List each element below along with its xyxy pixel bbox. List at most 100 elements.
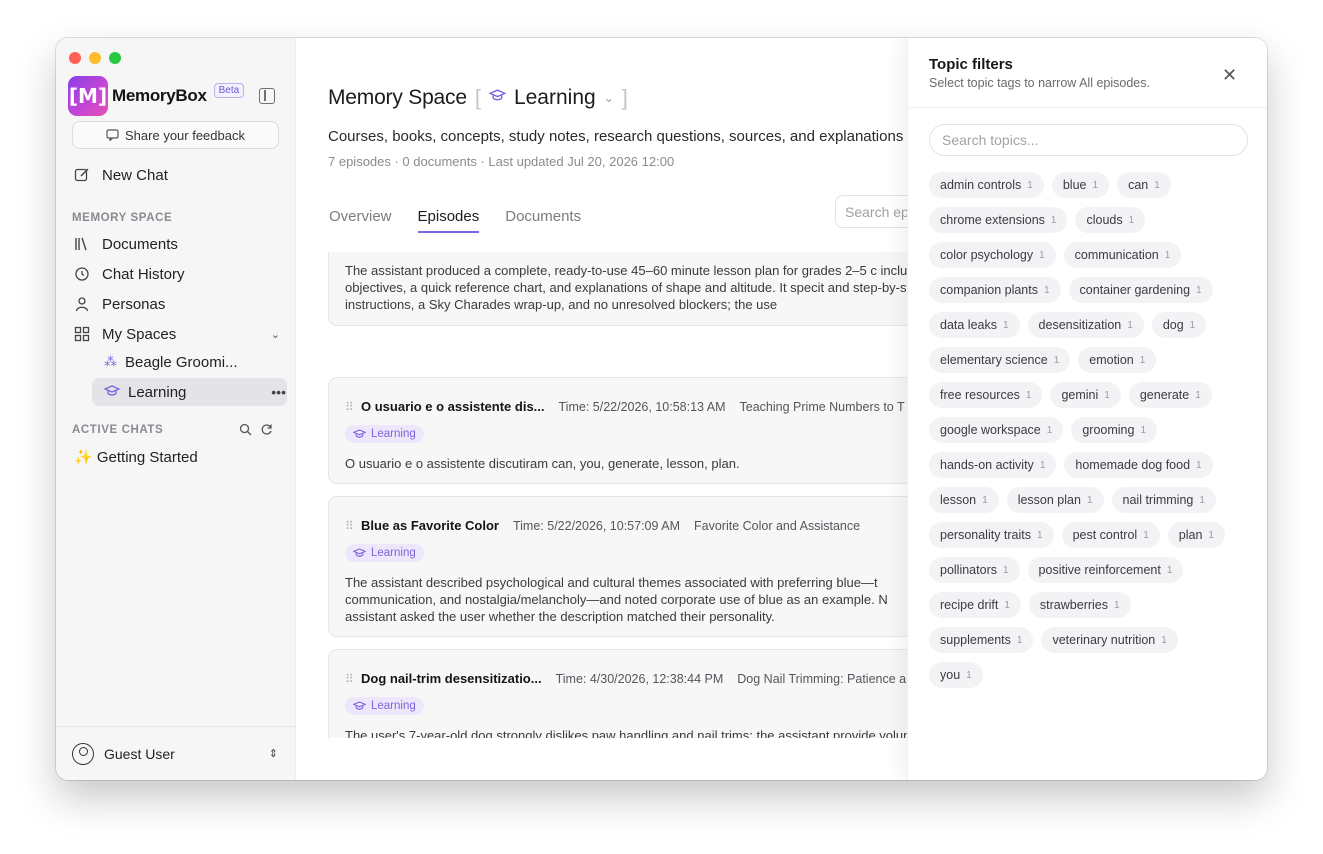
episode-card[interactable]: The assistant produced a complete, ready…	[328, 252, 928, 326]
drag-handle-icon[interactable]: ⠿	[345, 401, 354, 413]
topic-chip[interactable]: free resources 1	[929, 382, 1043, 408]
refresh-icon[interactable]	[260, 423, 273, 441]
topic-chip[interactable]: blue 1	[1051, 172, 1110, 198]
person-icon	[72, 296, 92, 312]
episode-card[interactable]: ⠿ O usuario e o assistente dis... Time: …	[328, 377, 928, 484]
chip-count: 1	[1004, 599, 1010, 611]
topic-chip[interactable]: strawberries 1	[1028, 592, 1131, 618]
graduation-cap-icon	[488, 89, 507, 107]
graduation-cap-icon	[353, 701, 366, 710]
topic-chip[interactable]: you 1	[929, 662, 983, 688]
topic-chip[interactable]: color psychology 1	[929, 242, 1056, 268]
chip-count: 1	[1043, 284, 1050, 296]
user-menu[interactable]: Guest User ⇕	[56, 726, 296, 780]
space-item-learning-row[interactable]: Learning •••	[103, 380, 286, 404]
share-feedback-button[interactable]: Share your feedback	[72, 121, 279, 149]
episode-summary: O usuario e o assistente discutiram can,…	[345, 456, 740, 471]
topic-chip[interactable]: elementary science 1	[929, 347, 1071, 373]
chip-label: pest control	[1072, 528, 1138, 542]
sidebar-item-label: Chat History	[102, 265, 185, 283]
topic-chip[interactable]: chrome extensions 1	[929, 207, 1068, 233]
sidebar-item-my-spaces[interactable]: My Spaces ⌄	[72, 321, 280, 347]
sidebar-item-personas[interactable]: Personas	[72, 291, 165, 317]
compose-icon	[72, 167, 92, 183]
episode-tag[interactable]: Learning	[345, 544, 424, 562]
topic-chip[interactable]: lesson plan 1	[1006, 487, 1104, 513]
space-item-label: Learning	[128, 383, 187, 401]
chip-count: 1	[1037, 529, 1043, 541]
tab-episodes[interactable]: Episodes	[417, 208, 480, 233]
topic-chip[interactable]: can 1	[1117, 172, 1171, 198]
space-item-beagle-grooming[interactable]: ⁂ Beagle Groomi...	[104, 350, 238, 374]
topic-chip[interactable]: nail trimming 1	[1111, 487, 1216, 513]
feedback-icon	[106, 129, 119, 141]
topic-chip[interactable]: desensitization 1	[1027, 312, 1144, 338]
more-options-icon[interactable]: •••	[271, 384, 286, 400]
tab-overview[interactable]: Overview	[329, 208, 392, 233]
drag-handle-icon[interactable]: ⠿	[345, 520, 354, 532]
topic-chip[interactable]: generate 1	[1128, 382, 1212, 408]
graduation-cap-icon	[353, 548, 366, 557]
chip-label: desensitization	[1038, 318, 1122, 332]
chip-label: lesson	[940, 493, 977, 507]
topic-chip[interactable]: container gardening 1	[1068, 277, 1213, 303]
topic-chip[interactable]: hands-on activity 1	[929, 452, 1057, 478]
topic-chip[interactable]: positive reinforcement 1	[1027, 557, 1184, 583]
close-icon[interactable]: ✕	[1222, 65, 1237, 86]
topic-chip[interactable]: plan 1	[1167, 522, 1225, 548]
episode-title: Dog nail-trim desensitizatio...	[361, 671, 542, 686]
sidebar-item-documents[interactable]: Documents	[72, 231, 178, 257]
topic-chip[interactable]: data leaks 1	[929, 312, 1020, 338]
chip-count: 1	[1104, 389, 1110, 401]
episode-tag[interactable]: Learning	[345, 425, 424, 443]
topic-chip[interactable]: admin controls 1	[929, 172, 1044, 198]
minimize-window-button[interactable]	[89, 52, 101, 64]
sidebar: [M] MemoryBox Beta Share your feedback N…	[56, 38, 296, 780]
chat-item-getting-started[interactable]: ✨ Getting Started	[74, 444, 198, 470]
chip-label: elementary science	[940, 353, 1048, 367]
episode-tag-label: Learning	[371, 547, 416, 559]
topic-chip[interactable]: companion plants 1	[929, 277, 1061, 303]
chip-label: emotion	[1089, 353, 1134, 367]
chevron-down-icon[interactable]: ⌄	[271, 328, 280, 341]
drag-handle-icon[interactable]: ⠿	[345, 673, 354, 685]
topic-chip[interactable]: veterinary nutrition 1	[1041, 627, 1178, 653]
topic-chip[interactable]: personality traits 1	[929, 522, 1054, 548]
topic-chip[interactable]: supplements 1	[929, 627, 1034, 653]
topic-chip[interactable]: emotion 1	[1078, 347, 1157, 373]
topic-chip[interactable]: pest control 1	[1061, 522, 1160, 548]
new-chat-button[interactable]: New Chat	[72, 162, 168, 188]
chip-label: chrome extensions	[940, 213, 1045, 227]
topic-chip[interactable]: gemini 1	[1050, 382, 1121, 408]
chip-count: 1	[1143, 529, 1149, 541]
sidebar-item-chat-history[interactable]: Chat History	[72, 261, 185, 287]
space-selector[interactable]: Learning	[514, 86, 596, 110]
collapse-sidebar-icon[interactable]	[259, 88, 275, 104]
topic-chip[interactable]: lesson 1	[929, 487, 999, 513]
close-window-button[interactable]	[69, 52, 81, 64]
search-chats-icon[interactable]	[239, 423, 252, 441]
chevron-down-icon[interactable]: ⌄	[604, 91, 614, 105]
space-meta: 7 episodes · 0 documents · Last updated …	[328, 154, 675, 169]
zoom-window-button[interactable]	[109, 52, 121, 64]
tab-documents[interactable]: Documents	[505, 208, 581, 233]
topic-chip[interactable]: google workspace 1	[929, 417, 1064, 443]
episode-card[interactable]: ⠿ Blue as Favorite Color Time: 5/22/2026…	[328, 496, 928, 637]
topic-chip[interactable]: dog 1	[1151, 312, 1207, 338]
app-window: [M] MemoryBox Beta Share your feedback N…	[56, 38, 1267, 780]
episode-tag[interactable]: Learning	[345, 697, 424, 715]
chip-label: companion plants	[940, 283, 1038, 297]
episode-topic: Teaching Prime Numbers to T	[739, 399, 905, 414]
topic-chip[interactable]: communication 1	[1063, 242, 1182, 268]
topic-chip[interactable]: pollinators 1	[929, 557, 1020, 583]
topic-chip[interactable]: grooming 1	[1071, 417, 1158, 443]
topic-chip[interactable]: homemade dog food 1	[1064, 452, 1213, 478]
page-header: Memory Space [ Learning ⌄ ]	[328, 85, 628, 111]
episode-card[interactable]: ⠿ Dog nail-trim desensitizatio... Time: …	[328, 649, 928, 738]
chip-count: 1	[1039, 249, 1045, 261]
topic-chip[interactable]: recipe drift 1	[929, 592, 1021, 618]
topic-search-input[interactable]: Search topics...	[929, 124, 1248, 156]
chip-count: 1	[1208, 529, 1214, 541]
topic-chip[interactable]: clouds 1	[1075, 207, 1146, 233]
chat-item-label: ✨ Getting Started	[74, 449, 198, 466]
